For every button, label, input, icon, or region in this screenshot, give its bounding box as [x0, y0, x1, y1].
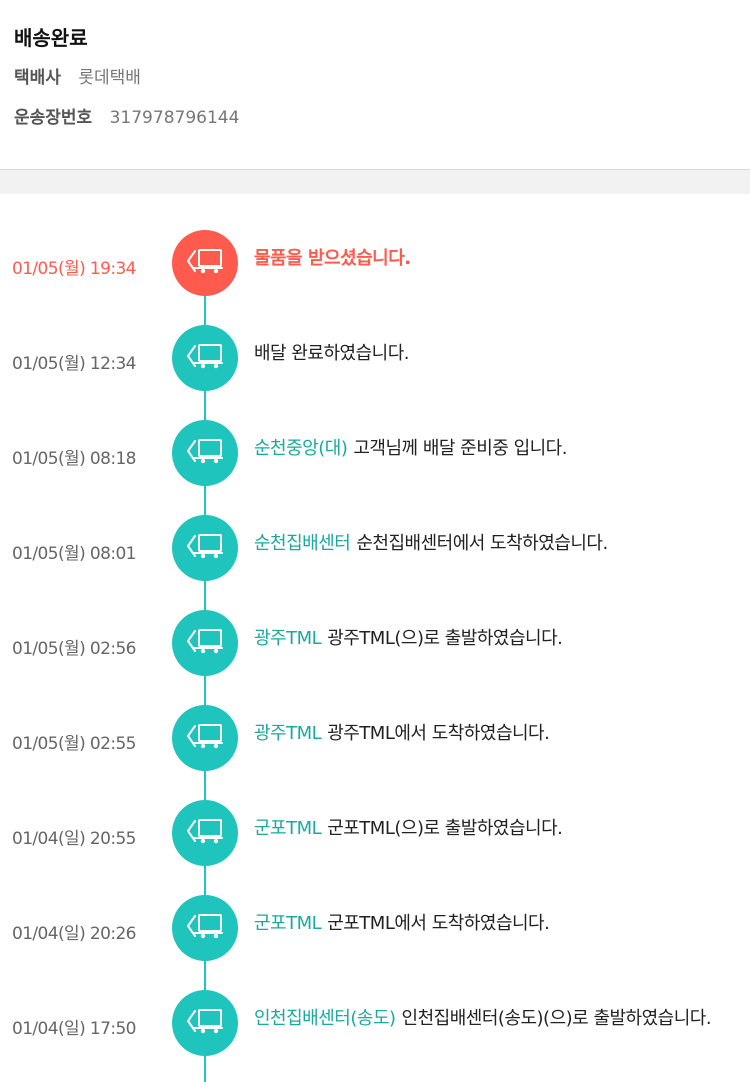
- event-time: 01/05(월) 12:34: [12, 354, 137, 374]
- event-status-dot: [172, 895, 238, 961]
- event-time: 01/05(월) 08:18: [12, 449, 137, 469]
- event-status-dot: [172, 990, 238, 1056]
- delivery-status-title: 배송완료: [14, 26, 88, 50]
- truck-icon: [185, 247, 225, 279]
- tracking-number-label: 운송장번호: [14, 108, 93, 128]
- event-status-dot: [172, 325, 238, 391]
- truck-icon: [185, 342, 225, 374]
- event-location: 순천중앙(대): [254, 438, 348, 459]
- event-message: 순천집배센터에서 도착하였습니다.: [356, 533, 608, 554]
- timeline-event: 01/05(월) 02:55 광주TML 광주TML에서 도착하였습니다.: [0, 705, 750, 775]
- truck-icon: [185, 1007, 225, 1039]
- event-message: 인천집배센터(송도)(으)로 출발하였습니다.: [401, 1008, 712, 1029]
- event-status-dot: [172, 705, 238, 771]
- event-status-dot: [172, 515, 238, 581]
- event-time: 01/05(월) 08:01: [12, 544, 137, 564]
- event-message: 고객님께 배달 준비중 입니다.: [353, 438, 567, 459]
- section-divider: [0, 170, 750, 194]
- event-message: 군포TML에서 도착하였습니다.: [327, 913, 550, 934]
- event-time: 01/04(일) 20:55: [12, 829, 137, 849]
- event-description: 군포TML 군포TML(으)로 출발하였습니다.: [254, 814, 720, 844]
- timeline-event: 01/04(일) 17:50 인천집배센터(송도) 인천집배센터(송도)(으)로 출…: [0, 990, 750, 1060]
- timeline-event: 01/05(월) 19:34 물품을 받으셨습니다.: [0, 230, 750, 300]
- event-description: 순천집배센터 순천집배센터에서 도착하였습니다.: [254, 529, 720, 559]
- event-location: 광주TML: [254, 628, 322, 649]
- truck-icon: [185, 627, 225, 659]
- truck-icon: [185, 437, 225, 469]
- event-message: 물품을 받으셨습니다.: [254, 248, 411, 269]
- courier-row: 택배사 롯데택배: [14, 58, 736, 98]
- event-time: 01/05(월) 19:34: [12, 259, 137, 279]
- event-time: 01/05(월) 02:55: [12, 734, 137, 754]
- event-time: 01/04(일) 20:26: [12, 924, 137, 944]
- event-time: 01/05(월) 02:56: [12, 639, 137, 659]
- event-description: 군포TML 군포TML에서 도착하였습니다.: [254, 909, 720, 939]
- event-description: 인천집배센터(송도) 인천집배센터(송도)(으)로 출발하였습니다.: [254, 1004, 720, 1034]
- event-message: 군포TML(으)로 출발하였습니다.: [327, 818, 563, 839]
- event-message: 배달 완료하였습니다.: [254, 343, 409, 364]
- timeline-event: 01/05(월) 08:18 순천중앙(대) 고객님께 배달 준비중 입니다.: [0, 420, 750, 490]
- event-description: 광주TML 광주TML(으)로 출발하였습니다.: [254, 624, 720, 654]
- event-location: 광주TML: [254, 723, 322, 744]
- event-description: 물품을 받으셨습니다.: [254, 244, 720, 274]
- tracking-number-value: 317978796144: [109, 108, 240, 128]
- event-description: 배달 완료하였습니다.: [254, 339, 720, 369]
- event-location: 인천집배센터(송도): [254, 1008, 396, 1029]
- event-location: 군포TML: [254, 818, 322, 839]
- timeline-event: 01/05(월) 12:34 배달 완료하였습니다.: [0, 325, 750, 395]
- event-message: 광주TML에서 도착하였습니다.: [327, 723, 550, 744]
- tracking-timeline: 01/05(월) 19:34 물품을 받으셨습니다. 01/05(월) 12:34 배…: [0, 194, 750, 1082]
- timeline-event: 01/05(월) 08:01 순천집배센터 순천집배센터에서 도착하였습니다.: [0, 515, 750, 585]
- truck-icon: [185, 912, 225, 944]
- event-message: 광주TML(으)로 출발하였습니다.: [327, 628, 563, 649]
- event-location: 순천집배센터: [254, 533, 351, 554]
- truck-icon: [185, 817, 225, 849]
- event-status-dot: [172, 610, 238, 676]
- event-description: 광주TML 광주TML에서 도착하였습니다.: [254, 719, 720, 749]
- event-location: 군포TML: [254, 913, 322, 934]
- delivery-summary: 배송완료 택배사 롯데택배 운송장번호 317978796144: [0, 0, 750, 170]
- event-status-dot: [172, 420, 238, 486]
- courier-value: 롯데택배: [78, 68, 141, 88]
- event-status-dot: [172, 800, 238, 866]
- timeline-event: 01/05(월) 02:56 광주TML 광주TML(으)로 출발하였습니다.: [0, 610, 750, 680]
- truck-icon: [185, 532, 225, 564]
- event-time: 01/04(일) 17:50: [12, 1019, 137, 1039]
- courier-label: 택배사: [14, 68, 61, 88]
- tracking-row: 운송장번호 317978796144: [14, 98, 736, 138]
- timeline-event: 01/04(일) 20:55 군포TML 군포TML(으)로 출발하였습니다.: [0, 800, 750, 870]
- event-description: 순천중앙(대) 고객님께 배달 준비중 입니다.: [254, 434, 720, 464]
- event-status-dot: [172, 230, 238, 296]
- timeline-event: 01/04(일) 20:26 군포TML 군포TML에서 도착하였습니다.: [0, 895, 750, 965]
- truck-icon: [185, 722, 225, 754]
